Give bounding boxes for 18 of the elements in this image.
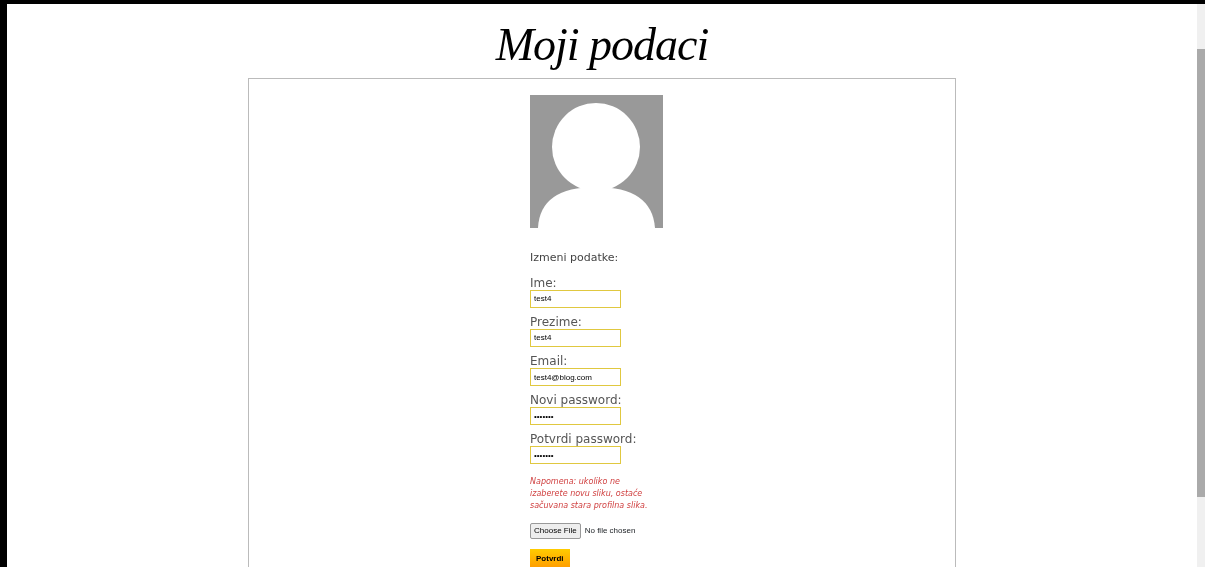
field-label: Email: [530, 354, 569, 369]
avatar-icon [530, 95, 663, 228]
input-field[interactable]: test4 [530, 289, 621, 308]
input-field[interactable]: test4@blog.com [530, 368, 621, 387]
file-status: No file chosen [584, 525, 636, 538]
choose-file-button[interactable]: Choose File [530, 523, 581, 540]
input-field[interactable]: test4 [530, 328, 621, 347]
field-label: Potvrdi password: [530, 433, 638, 447]
submit-button[interactable]: Potvrdi [530, 549, 570, 567]
scrollbar[interactable] [1197, 4, 1205, 567]
form-heading: Izmeni podatke: [530, 250, 620, 266]
input-field[interactable]: ••••••• [530, 446, 621, 465]
field-label: Prezime: [530, 315, 583, 329]
field-label: Novi password: [530, 394, 623, 408]
field-label: Ime: [530, 276, 558, 290]
note-text: Napomena: ukoliko ne izaberete novu sliku, ostaće sačuvana stara profilna slika. [530, 476, 649, 512]
page-title: Moji podaci [495, 22, 709, 68]
input-field[interactable]: ••••••• [530, 407, 621, 426]
